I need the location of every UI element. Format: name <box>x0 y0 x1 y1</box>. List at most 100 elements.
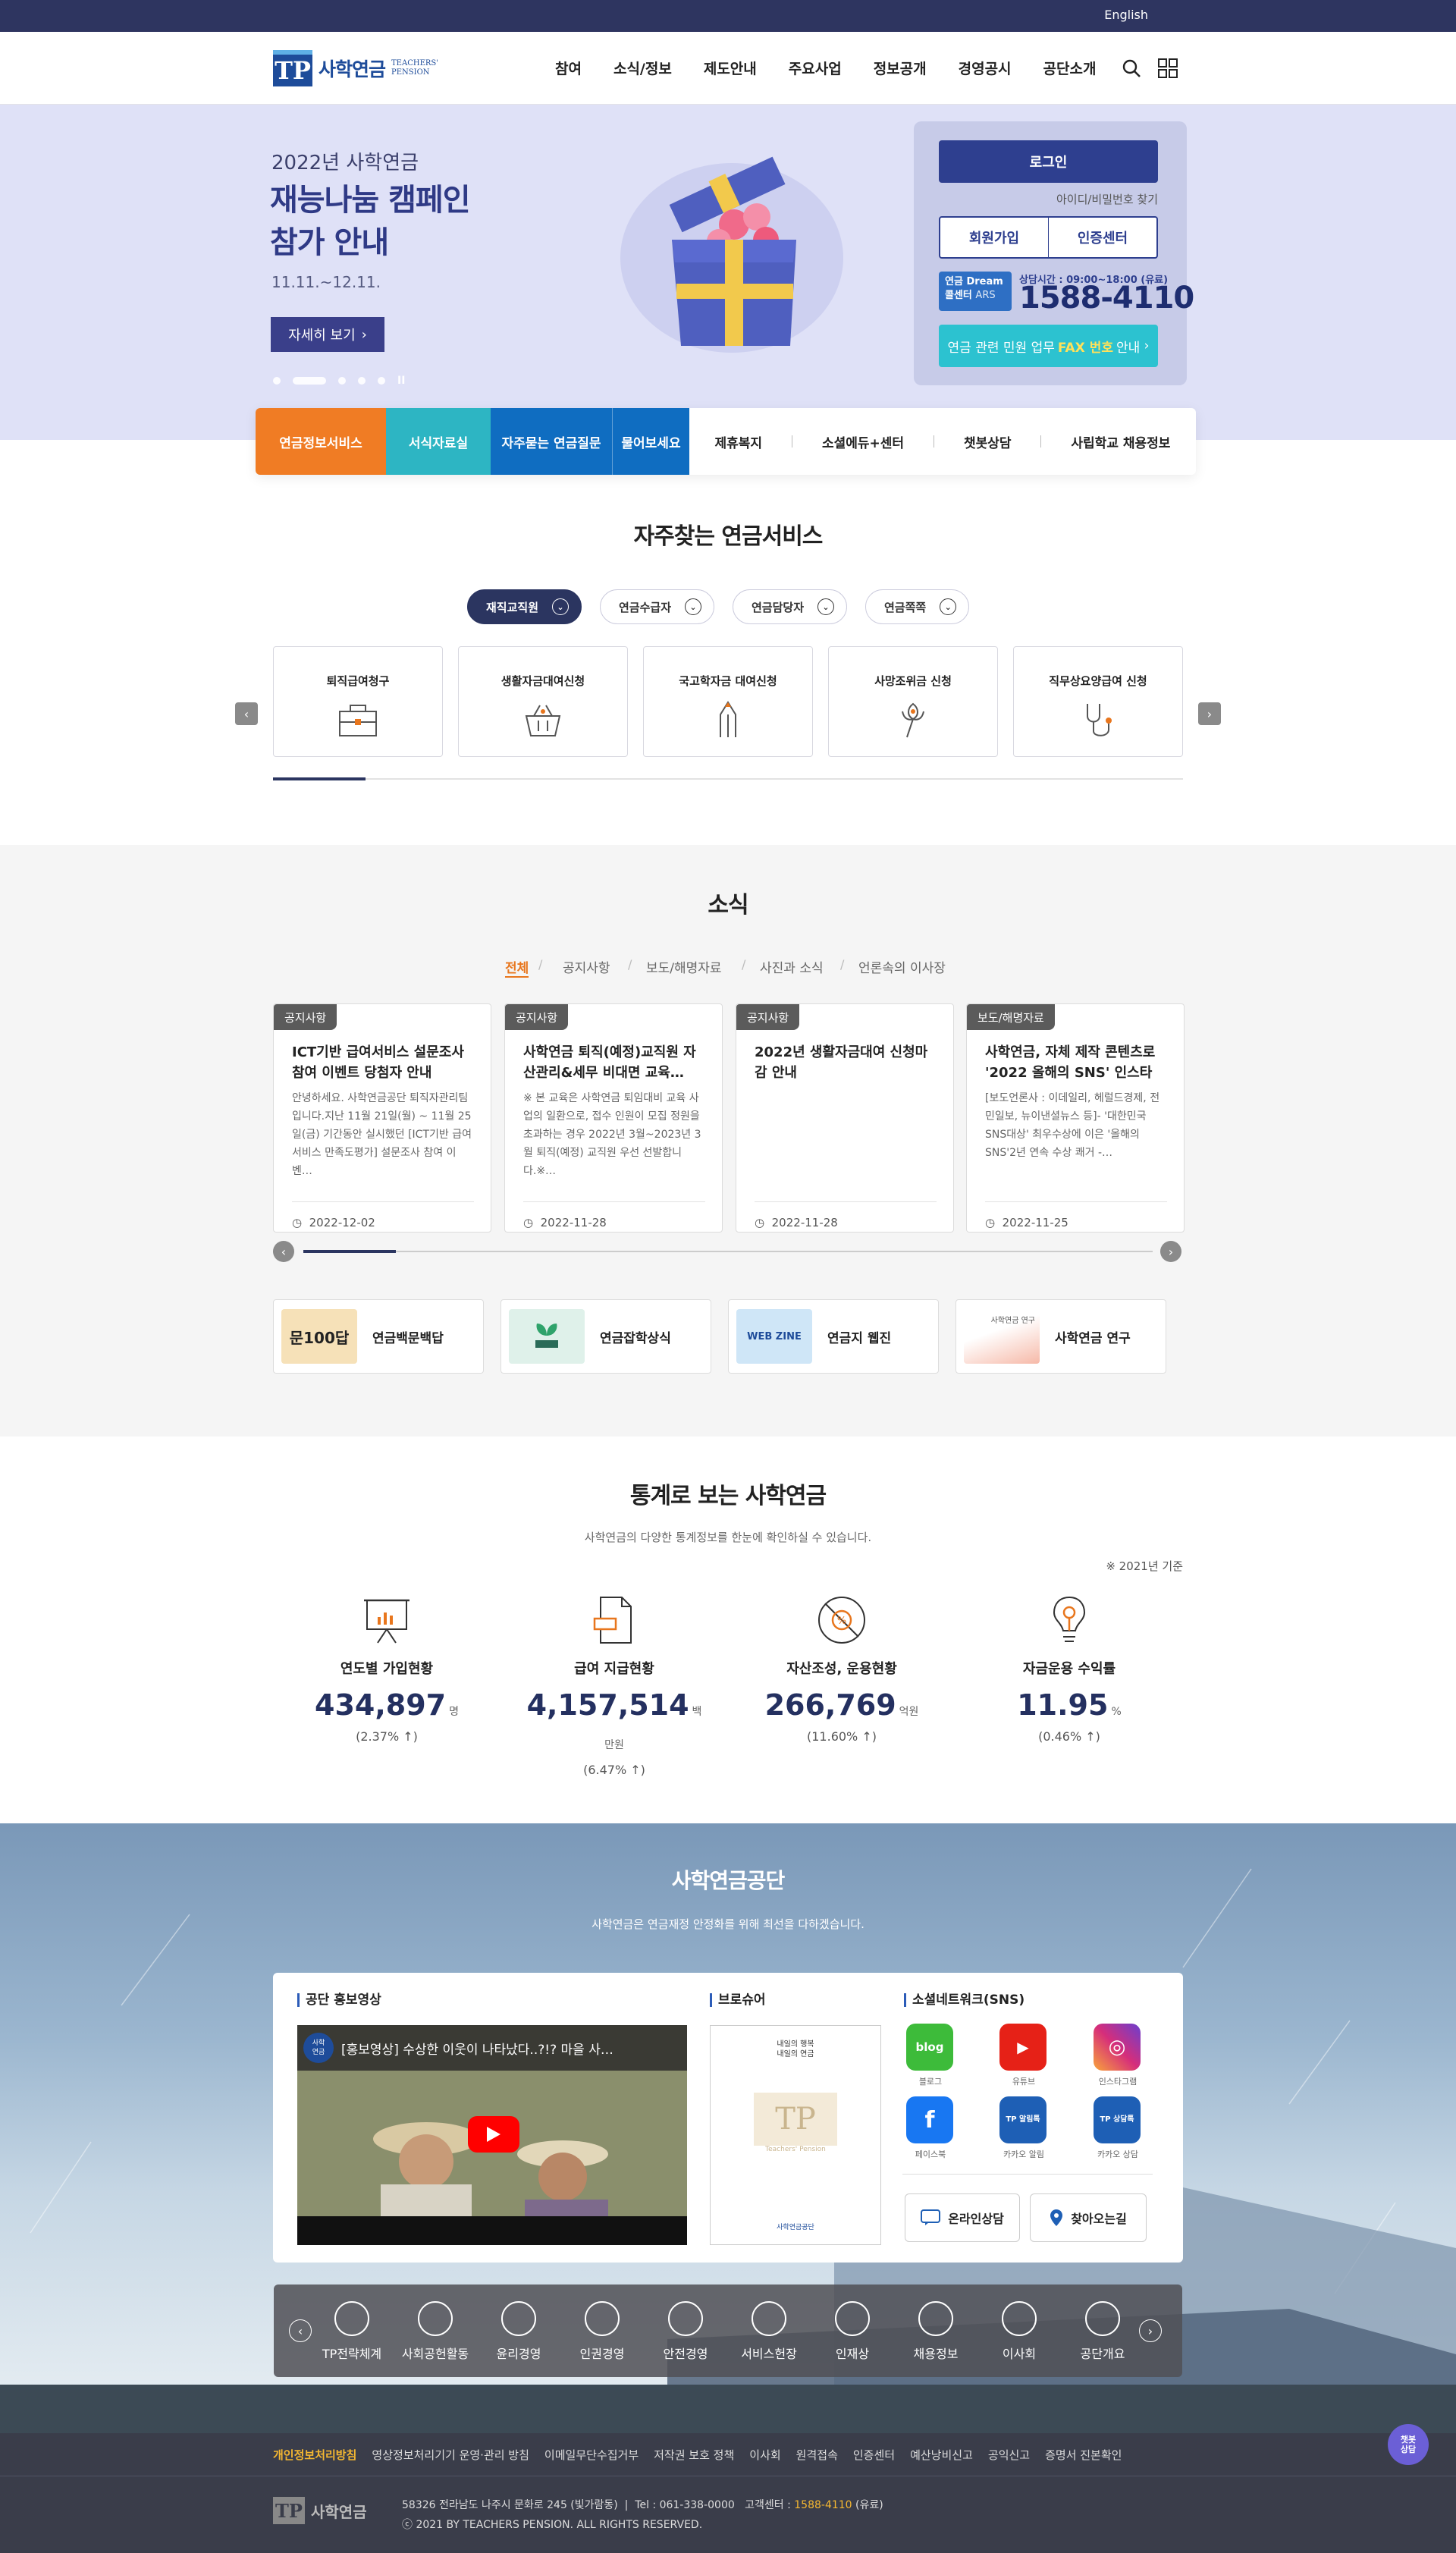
slide-dot-active[interactable] <box>293 377 326 385</box>
banner-webzine[interactable]: WEB ZINE 연금지 웹진 <box>728 1299 939 1374</box>
directions-button[interactable]: 찾아오는길 <box>1030 2193 1147 2242</box>
nav-news-info[interactable]: 소식/정보 <box>613 58 672 78</box>
news-prev-button[interactable]: ‹ <box>273 1241 294 1262</box>
mgmt-item-service-charter[interactable]: 서비스헌장 <box>731 2301 807 2362</box>
news-card[interactable]: 공지사항 2022년 생활자금대여 신청마감 안내 ◷ 2022-11-28 <box>736 1003 954 1233</box>
footer-link-privacy[interactable]: 개인정보처리방침 <box>273 2447 356 2463</box>
stat-members[interactable]: 연도별 가입현황 434,897 명 (2.37% ↑) <box>296 1593 478 1744</box>
english-link[interactable]: English <box>1104 8 1148 22</box>
footer-link-whistleblow[interactable]: 공익신고 <box>988 2447 1030 2463</box>
mgmt-item-ethics[interactable]: 윤리경영 <box>481 2301 557 2362</box>
mgmt-item-safety[interactable]: 안전경영 <box>648 2301 723 2362</box>
footer-link-remote[interactable]: 원격접속 <box>796 2447 838 2463</box>
news-card[interactable]: 보도/해명자료 사학연금, 자체 제작 콘텐츠로 '2022 올해의 SNS' … <box>966 1003 1185 1233</box>
slide-dot[interactable] <box>338 377 346 385</box>
all-menu-icon[interactable] <box>1157 58 1178 79</box>
slider-pagination[interactable]: II <box>273 375 405 387</box>
mgmt-item-board[interactable]: 이사회 <box>981 2301 1057 2362</box>
online-consult-button[interactable]: 온라인상담 <box>905 2193 1020 2242</box>
quick-pension-info[interactable]: 연금정보서비스 <box>256 408 386 475</box>
quick-link-chatbot[interactable]: 챗봇상담 <box>964 432 1012 451</box>
quick-link-social-edu[interactable]: 소셜에듀+센터 <box>822 432 904 451</box>
footer-link-cctv[interactable]: 영상정보처리기기 운영·관리 방침 <box>372 2447 529 2463</box>
tab-chairman[interactable]: 언론속의 이사장 <box>858 957 946 976</box>
nav-participation[interactable]: 참여 <box>555 58 582 78</box>
mgmt-item-human-rights[interactable]: 인권경영 <box>564 2301 640 2362</box>
join-button[interactable]: 회원가입 <box>940 218 1049 257</box>
services-prev-button[interactable]: ‹ <box>235 702 258 725</box>
chatbot-button[interactable]: 챗봇 상담 <box>1388 2424 1429 2465</box>
promo-video-player[interactable]: 사학 연금 [홍보영상] 수상한 이웃이 나타났다..?!? 마을 사… <box>297 2025 687 2245</box>
service-card-condolence[interactable]: 사망조위금 신청 <box>828 646 998 757</box>
nav-system-guide[interactable]: 제도안내 <box>704 58 757 78</box>
mgmt-item-recruit[interactable]: 채용정보 <box>898 2301 974 2362</box>
footer-link-cert[interactable]: 인증센터 <box>853 2447 895 2463</box>
quick-ask[interactable]: 물어보세요 <box>612 408 689 475</box>
play-icon[interactable] <box>468 2116 519 2153</box>
news-card[interactable]: 공지사항 사학연금 퇴직(예정)교직원 자산관리&세무 비대면 교육… ※ 본 … <box>504 1003 723 1233</box>
pause-icon[interactable]: II <box>397 375 405 387</box>
pill-employee[interactable]: 재직교직원 ⌄ <box>467 589 582 624</box>
mgmt-next-button[interactable]: › <box>1139 2319 1162 2342</box>
quick-link-jobs[interactable]: 사립학교 채용정보 <box>1071 432 1170 451</box>
news-next-button[interactable]: › <box>1160 1241 1181 1262</box>
site-logo[interactable]: TP 사학연금 TEACHERS' PENSION <box>273 47 470 89</box>
services-next-button[interactable]: › <box>1198 702 1221 725</box>
nav-info-disclosure[interactable]: 정보공개 <box>874 58 927 78</box>
pill-recipient[interactable]: 연금수급자 ⌄ <box>600 589 715 624</box>
sns-youtube[interactable]: ▶ 유튜브 <box>999 2024 1048 2087</box>
stats-description: 사학연금의 다양한 통계정보를 한눈에 확인하실 수 있습니다. <box>584 1531 872 1544</box>
mgmt-prev-button[interactable]: ‹ <box>289 2319 312 2342</box>
stat-payments[interactable]: 급여 지급현황 4,157,514 백만원 (6.47% ↑) <box>523 1593 705 1777</box>
stat-returns[interactable]: 자금운용 수익률 11.95% (0.46% ↑) <box>978 1593 1160 1744</box>
quick-forms[interactable]: 서식자료실 <box>386 408 491 475</box>
quick-faq[interactable]: 자주묻는 연금질문 <box>491 408 612 475</box>
tab-notice[interactable]: 공지사항 <box>563 957 610 976</box>
footer-link-copyright[interactable]: 저작권 보호 정책 <box>654 2447 734 2463</box>
footer-link-email-refusal[interactable]: 이메일무단수집거부 <box>544 2447 639 2463</box>
mgmt-item-strategy[interactable]: TP전략체계 <box>314 2301 390 2362</box>
stat-assets[interactable]: % 자산조성, 운용현황 266,769 억원 (11.60% ↑) <box>751 1593 933 1744</box>
news-progress-thumb[interactable] <box>303 1250 396 1253</box>
foundation-description: 사학연금은 연금재정 안정화를 위해 최선을 다하겠습니다. <box>592 1917 864 1931</box>
find-id-password-link[interactable]: 아이디/비밀번호 찾기 <box>939 191 1158 207</box>
tab-all[interactable]: 전체 <box>505 957 529 978</box>
service-card-student-loan[interactable]: 국고학자금 대여신청 <box>643 646 813 757</box>
tab-press[interactable]: 보도/해명자료 <box>646 957 722 976</box>
slide-dot[interactable] <box>273 377 281 385</box>
quick-link-welfare[interactable]: 제휴복지 <box>714 432 762 451</box>
brochure-thumbnail[interactable]: 내일의 행복 내일의 연금 TP Teachers' Pension 사학연금공단 <box>710 2025 881 2245</box>
sns-kakao-notice[interactable]: TP 알림톡 카카오 알림 <box>999 2096 1048 2160</box>
tab-photo-news[interactable]: 사진과 소식 <box>760 957 824 976</box>
mgmt-item-overview[interactable]: 공단개요 <box>1065 2301 1141 2362</box>
fax-info-button[interactable]: 연금 관련 민원 업무 FAX 번호 안내 › <box>939 325 1158 367</box>
pill-manager[interactable]: 연금담당자 ⌄ <box>733 589 848 624</box>
service-card-retirement[interactable]: 퇴직급여청구 <box>273 646 443 757</box>
banner-research[interactable]: 사학연금 연구 사학연금 연구 <box>956 1299 1166 1374</box>
sns-blog[interactable]: blog 블로그 <box>906 2024 955 2087</box>
slide-dot[interactable] <box>358 377 366 385</box>
footer-link-verify[interactable]: 증명서 진본확인 <box>1045 2447 1122 2463</box>
banner-pension-qa[interactable]: 문100답 연금백문백답 <box>273 1299 484 1374</box>
sns-kakao-consult[interactable]: TP 상담톡 카카오 상담 <box>1094 2096 1142 2160</box>
mgmt-item-social[interactable]: 사회공헌활동 <box>397 2301 473 2362</box>
sns-facebook[interactable]: f 페이스북 <box>906 2096 955 2160</box>
slide-dot[interactable] <box>378 377 385 385</box>
mgmt-item-talent[interactable]: 인재상 <box>814 2301 890 2362</box>
search-icon[interactable] <box>1121 58 1142 79</box>
service-card-medical[interactable]: 직무상요양급여 신청 <box>1013 646 1183 757</box>
service-card-living-loan[interactable]: 생활자금대여신청 <box>458 646 628 757</box>
pill-tips[interactable]: 연금쪽쪽 ⌄ <box>865 589 970 624</box>
nav-main-business[interactable]: 주요사업 <box>789 58 842 78</box>
nav-about[interactable]: 공단소개 <box>1043 58 1097 78</box>
cert-center-button[interactable]: 인증센터 <box>1049 218 1156 257</box>
banner-pension-trivia[interactable]: 연금잡학상식 <box>500 1299 711 1374</box>
sns-instagram[interactable]: ◎ 인스타그램 <box>1094 2024 1142 2087</box>
login-button[interactable]: 로그인 <box>939 140 1158 183</box>
nav-management-disclosure[interactable]: 경영공시 <box>959 58 1012 78</box>
hero-detail-button[interactable]: 자세히 보기 › <box>271 317 384 352</box>
services-progress-thumb[interactable] <box>273 777 366 780</box>
footer-link-board[interactable]: 이사회 <box>749 2447 780 2463</box>
news-card[interactable]: 공지사항 ICT기반 급여서비스 설문조사 참여 이벤트 당첨자 안내 안녕하세… <box>273 1003 491 1233</box>
footer-link-budget-waste[interactable]: 예산낭비신고 <box>910 2447 973 2463</box>
